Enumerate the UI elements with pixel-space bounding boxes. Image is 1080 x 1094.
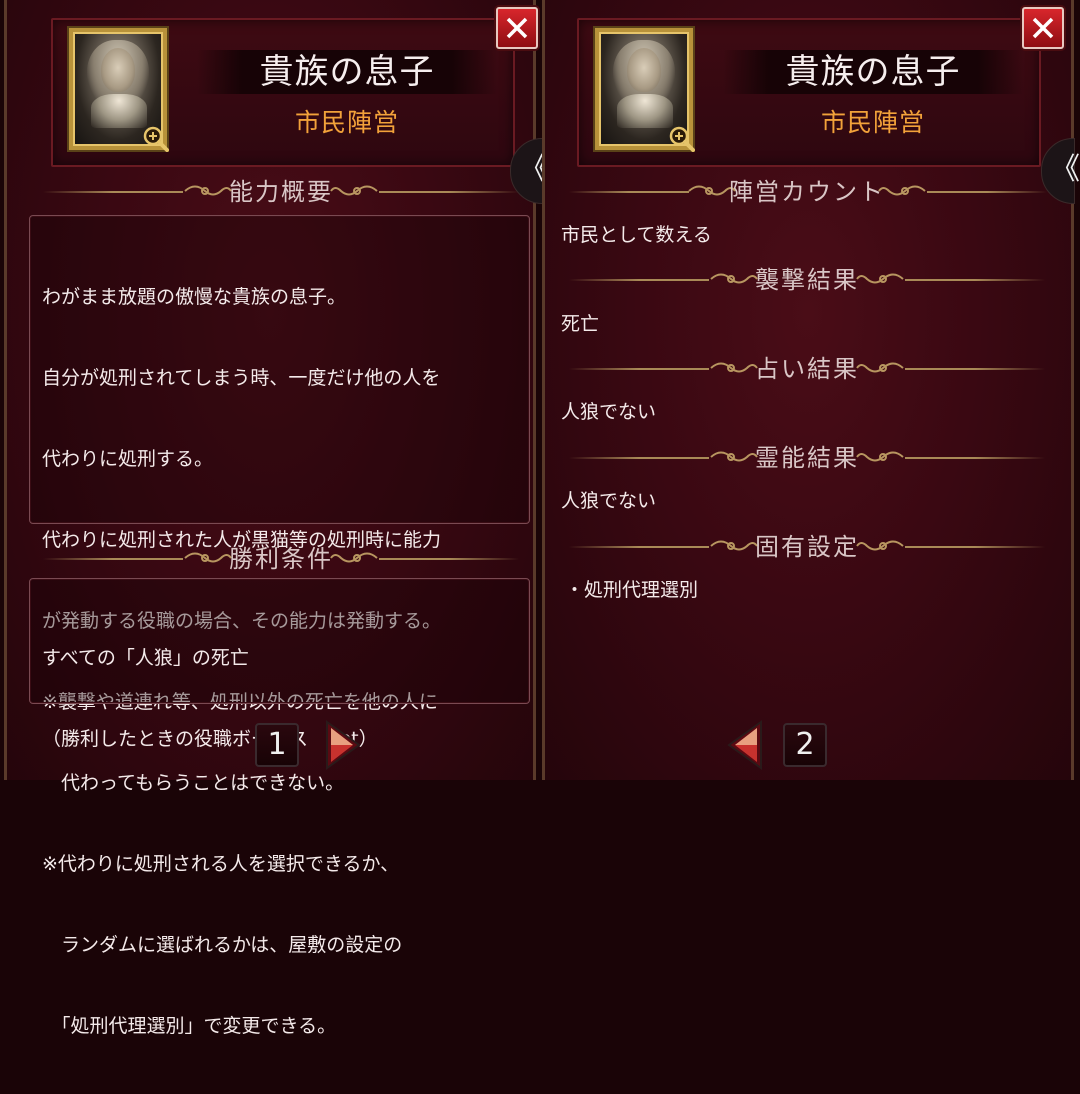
text-line: ※代わりに処刑される人を選択できるか、 — [42, 853, 400, 875]
unique-settings-text: ・処刑代理選別 — [565, 579, 699, 601]
section-heading-unique-settings: 固有設定 — [559, 527, 1055, 567]
section-heading-victory: 勝利条件 — [33, 539, 529, 579]
victory-text-box: すべての「人狼」の死亡 （勝利したときの役職ボーナス 8pt） — [29, 578, 530, 750]
role-faction: 市民陣営 — [820, 108, 925, 137]
text-line: 代わりに処刑する。 — [42, 448, 214, 470]
ornament-icon — [878, 185, 926, 196]
close-icon — [1032, 17, 1054, 39]
ornament-icon — [856, 273, 904, 284]
section-heading-ability: 能力概要 — [33, 172, 529, 212]
role-info-panel-page-2: 貴族の息子 市民陣営 《 陣営カウント 市民として数える 襲撃結果 死亡 占い結… — [542, 0, 1080, 780]
ornament-icon — [856, 362, 904, 373]
section-heading-faction-count: 陣営カウント — [559, 172, 1055, 212]
role-portrait[interactable] — [69, 28, 169, 152]
zoom-plus-icon[interactable] — [143, 126, 169, 152]
role-title: 貴族の息子 — [259, 52, 435, 92]
ornament-icon — [330, 552, 378, 563]
page-number: 2 — [783, 723, 827, 767]
section-heading-attack-result: 襲撃結果 — [559, 260, 1055, 300]
medium-result-text: 人狼でない — [561, 490, 657, 512]
role-faction: 市民陣営 — [294, 108, 399, 137]
section-heading-divination-result: 占い結果 — [559, 349, 1055, 389]
role-info-panel-page-1: 貴族の息子 市民陣営 能力概要 わがまま放題の傲慢な貴族の息子。 自分が処刑され… — [4, 0, 538, 1037]
faction-count-text: 市民として数える — [561, 224, 712, 246]
divination-result-text: 人狼でない — [561, 401, 657, 423]
page-number: 1 — [255, 723, 299, 767]
text-line: わがまま放題の傲慢な貴族の息子。 — [42, 286, 347, 308]
text-line: 自分が処刑されてしまう時、一度だけ他の人を — [42, 367, 441, 389]
victory-text: すべての「人狼」の死亡 （勝利したときの役職ボーナス 8pt） — [42, 591, 378, 807]
ability-text-box: わがまま放題の傲慢な貴族の息子。 自分が処刑されてしまう時、一度だけ他の人を 代… — [29, 215, 530, 1037]
ornament-icon — [330, 185, 378, 196]
role-portrait[interactable] — [595, 28, 695, 152]
text-line: ランダムに選ばれるかは、屋敷の設定の — [42, 934, 403, 956]
close-button[interactable] — [1022, 7, 1064, 49]
ornament-icon — [856, 451, 904, 462]
prev-arrow-icon[interactable] — [725, 720, 765, 770]
text-line: すべての「人狼」の死亡 — [42, 647, 249, 669]
close-icon — [506, 17, 528, 39]
ornament-icon — [856, 540, 904, 551]
section-heading-medium-result: 霊能結果 — [559, 438, 1055, 478]
next-arrow-icon[interactable] — [323, 720, 363, 770]
text-line: 「処刑代理選別」で変更できる。 — [42, 1015, 337, 1037]
role-title: 貴族の息子 — [785, 52, 961, 92]
zoom-plus-icon[interactable] — [669, 126, 695, 152]
attack-result-text: 死亡 — [561, 313, 600, 335]
close-button[interactable] — [496, 7, 538, 49]
